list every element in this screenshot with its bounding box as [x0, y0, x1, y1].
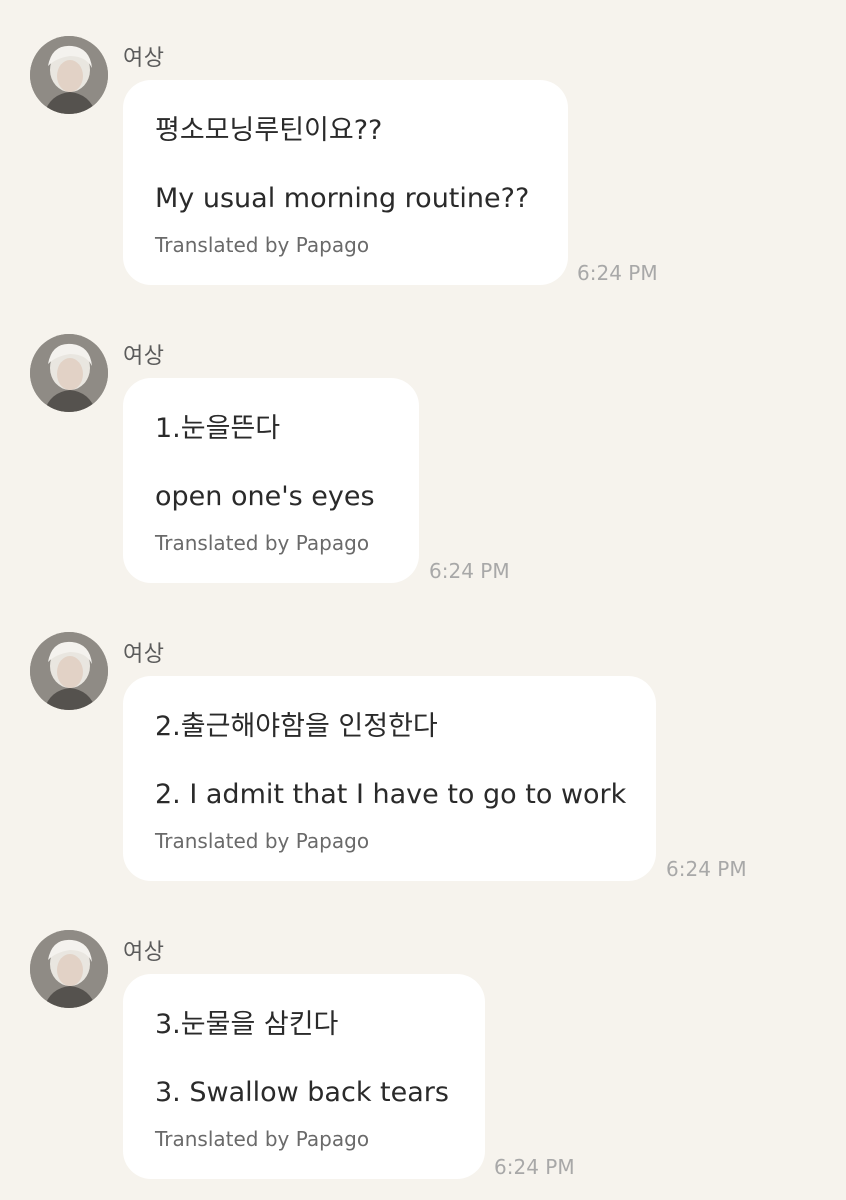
message-bubble[interactable]: 1.눈을뜬다 open one's eyes Translated by Pap… — [123, 378, 419, 583]
avatar-portrait-icon — [30, 930, 108, 1008]
message-bubble[interactable]: 평소모닝루틴이요?? My usual morning routine?? Tr… — [123, 80, 568, 285]
original-text: 3.눈물을 삼킨다 — [155, 1009, 339, 1040]
chat-message: 여상 1.눈을뜬다 open one's eyes Translated by … — [0, 334, 846, 594]
message-timestamp: 6:24 PM — [494, 1155, 575, 1179]
avatar-portrait-icon — [30, 334, 108, 412]
sender-name: 여상 — [123, 344, 165, 369]
translated-text: 3. Swallow back tears — [155, 1077, 449, 1108]
message-bubble[interactable]: 3.눈물을 삼킨다 3. Swallow back tears Translat… — [123, 974, 485, 1179]
translated-text: 2. I admit that I have to go to work — [155, 779, 627, 810]
translation-credit: Translated by Papago — [155, 1127, 370, 1151]
translated-text: open one's eyes — [155, 481, 375, 512]
original-text: 1.눈을뜬다 — [155, 413, 281, 444]
chat-message: 여상 3.눈물을 삼킨다 3. Swallow back tears Trans… — [0, 930, 846, 1190]
translation-credit: Translated by Papago — [155, 829, 370, 853]
message-timestamp: 6:24 PM — [666, 857, 747, 881]
original-text: 평소모닝루틴이요?? — [155, 115, 383, 146]
sender-name: 여상 — [123, 642, 165, 667]
sender-avatar[interactable] — [30, 36, 108, 114]
translation-credit: Translated by Papago — [155, 531, 370, 555]
sender-avatar[interactable] — [30, 334, 108, 412]
original-text: 2.출근해야함을 인정한다 — [155, 711, 438, 742]
avatar-portrait-icon — [30, 632, 108, 710]
translated-text: My usual morning routine?? — [155, 183, 530, 214]
sender-name: 여상 — [123, 46, 165, 71]
sender-name: 여상 — [123, 940, 165, 965]
message-timestamp: 6:24 PM — [429, 559, 510, 583]
chat-message: 여상 2.출근해야함을 인정한다 2. I admit that I have … — [0, 632, 846, 892]
avatar-portrait-icon — [30, 36, 108, 114]
chat-screen: { "chat": { "messages": [ { "sender": "여… — [0, 0, 846, 1200]
message-bubble[interactable]: 2.출근해야함을 인정한다 2. I admit that I have to … — [123, 676, 656, 881]
chat-message: 여상 평소모닝루틴이요?? My usual morning routine??… — [0, 36, 846, 296]
translation-credit: Translated by Papago — [155, 233, 370, 257]
sender-avatar[interactable] — [30, 632, 108, 710]
message-timestamp: 6:24 PM — [577, 261, 658, 285]
sender-avatar[interactable] — [30, 930, 108, 1008]
